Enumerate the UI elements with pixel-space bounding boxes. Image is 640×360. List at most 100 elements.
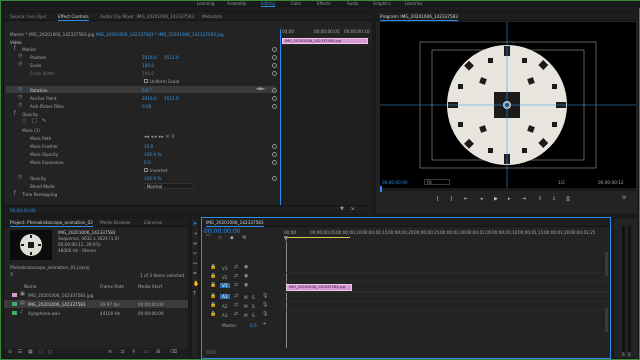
program-timecode[interactable]: 00;00;00;00 [382, 180, 408, 185]
antiflicker-reset-icon[interactable] [272, 104, 277, 109]
inverted-checkbox[interactable] [144, 168, 148, 172]
time-remap-fx-icon[interactable]: ƒ [14, 191, 16, 196]
sync-lock-icon[interactable]: ⇄ [234, 312, 238, 317]
ws-graphics[interactable]: Graphics [373, 1, 391, 6]
eye-icon[interactable]: ◉ [244, 283, 248, 288]
lock-track-icon[interactable]: 🔒 [210, 265, 216, 270]
fit-select[interactable]: Fit [424, 179, 450, 185]
timeline-settings-icon[interactable]: ⚒ [242, 236, 246, 241]
timeline-clip-v1[interactable]: IMG_20201006_142337583.jpg [286, 284, 352, 291]
anchor-x-value[interactable]: 2016.0 [142, 96, 157, 101]
sync-lock-icon[interactable]: ⇄ [234, 274, 238, 279]
find-icon[interactable]: ⚲ [132, 350, 136, 355]
timeline-timecode[interactable]: 00;00;00;00 [204, 228, 241, 235]
go-to-out-icon[interactable]: ⇥ [522, 196, 526, 202]
timeline-ruler[interactable]: 00;00 00;00;00;05 00;00;00;10 00;00;00;1… [284, 228, 610, 244]
slip-tool-icon[interactable]: ↔ [193, 262, 197, 267]
ws-learning[interactable]: Learning [197, 1, 214, 6]
mask-label[interactable]: Mask (1) [22, 128, 40, 133]
rotation-stopwatch-icon[interactable]: ◷ [18, 87, 22, 92]
mark-in-icon[interactable]: { [436, 196, 439, 202]
lock-track-icon[interactable]: 🔒 [210, 274, 216, 279]
snap-icon[interactable]: ⌒ [206, 236, 211, 241]
scale-reset-icon[interactable] [272, 63, 277, 68]
zoom-slider-icon[interactable]: ○ [48, 350, 52, 355]
motion-label[interactable]: Motion [22, 47, 36, 52]
mute-button[interactable]: M [244, 304, 248, 309]
eye-icon[interactable]: ◉ [244, 274, 248, 279]
ec-timecode[interactable]: 00;00;00;00 [10, 208, 36, 213]
project-row-selected[interactable]: ▤ IMG_20201006_142337583 29.97 fps 00;00… [4, 300, 188, 308]
col-media-start[interactable]: Media Start [138, 284, 162, 289]
list-view-icon[interactable]: ☰ [18, 350, 22, 355]
new-bin-icon[interactable]: ▭ [144, 350, 149, 355]
ec-playhead[interactable] [280, 29, 281, 209]
tab-effect-controls[interactable]: Effect Controls [58, 14, 89, 21]
solo-button[interactable]: S [252, 304, 255, 309]
icon-view-icon[interactable]: ▦ [28, 350, 33, 355]
antiflicker-value[interactable]: 0.00 [142, 104, 151, 109]
solo-right[interactable]: S [628, 352, 631, 357]
solo-button[interactable]: S [252, 313, 255, 318]
position-stopwatch-icon[interactable]: ◷ [18, 54, 22, 59]
anchor-reset-icon[interactable] [272, 96, 277, 101]
linked-selection-icon[interactable]: ⊂ [218, 236, 222, 241]
mute-button[interactable]: M [244, 295, 248, 300]
filter-icon[interactable]: ▼ [340, 207, 344, 212]
ws-effects[interactable]: Effects [317, 1, 331, 6]
track-lanes[interactable] [284, 264, 610, 318]
tab-media-browser[interactable]: Media Browser [100, 220, 131, 225]
voiceover-icon[interactable]: 🎙 [262, 294, 268, 299]
go-to-in-icon[interactable]: ⇤ [464, 196, 468, 202]
position-reset-icon[interactable] [272, 55, 277, 60]
col-name[interactable]: Name [24, 284, 36, 289]
tab-program[interactable]: Program: IMG_20201006_142337583 [380, 14, 458, 21]
new-item-icon[interactable]: ⊞ [156, 350, 160, 355]
scale-width-reset-icon[interactable] [272, 71, 277, 76]
mask-track-controls-icon[interactable]: ◂◂ ◂ ▸ ▸▸ ✕ ⚲ [144, 135, 175, 140]
effect-controls-clip[interactable]: IMG_20201006_142337583.jpg [282, 38, 368, 44]
mask-feather-value[interactable]: 10.0 [144, 144, 153, 149]
anchor-y-value[interactable]: 1512.0 [164, 96, 179, 101]
ws-editing[interactable]: Editing [261, 1, 275, 7]
track-header-v3[interactable]: 🔒 V3 ⇄ ◉ [210, 264, 280, 272]
sync-lock-icon[interactable]: ⇄ [234, 265, 238, 270]
program-playhead[interactable] [380, 186, 382, 192]
solo-left[interactable]: S [622, 352, 625, 357]
blend-mode-select[interactable]: Normal [144, 183, 194, 189]
scale-value[interactable]: 100.0 [142, 63, 154, 68]
position-y-value[interactable]: 1512.0 [164, 55, 179, 60]
voiceover-icon[interactable]: 🎙 [262, 312, 268, 317]
selection-tool-icon[interactable]: ➤ [193, 222, 197, 227]
tab-source[interactable]: Source: (no clips) [10, 14, 46, 19]
lock-icon[interactable]: ⊙ [8, 350, 12, 355]
hand-tool-icon[interactable]: ✋ [193, 282, 199, 287]
master-clip-label[interactable]: Master * IMG_20201006_142337583.jpg [10, 32, 94, 37]
ws-color[interactable]: Color [291, 1, 301, 6]
master-skip-icon[interactable]: ⇥ [262, 322, 266, 327]
type-tool-icon[interactable]: T [193, 292, 196, 297]
sync-lock-icon[interactable]: ⇄ [234, 283, 238, 288]
program-settings-icon[interactable]: ⚙ [622, 196, 626, 201]
lock-track-icon[interactable]: 🔒 [210, 294, 216, 299]
ws-assembly[interactable]: Assembly [227, 1, 246, 6]
uniform-scale-checkbox[interactable] [144, 79, 148, 83]
rotation-value[interactable]: 0.0 ° [142, 88, 152, 93]
tab-metadata[interactable]: Metadata [202, 14, 222, 19]
extract-icon[interactable]: ⇩ [552, 196, 556, 202]
mask-opacity-value[interactable]: 100.0 % [144, 152, 161, 157]
program-scrubber[interactable] [380, 188, 636, 191]
voiceover-icon[interactable]: 🎙 [262, 303, 268, 308]
sync-lock-icon[interactable]: ⇄ [234, 294, 238, 299]
track-header-v2[interactable]: 🔒 V2 ⇄ ◉ [210, 273, 280, 281]
add-marker-icon[interactable]: ◆ [230, 236, 234, 241]
automate-icon[interactable]: ⇉ [120, 350, 124, 355]
sync-lock-icon[interactable]: ⇄ [234, 303, 238, 308]
lock-track-icon[interactable]: 🔒 [210, 303, 216, 308]
track-header-a1[interactable]: 🔒 A1 ⇄ M S 🎙 [210, 293, 280, 301]
opacity-stopwatch-icon[interactable]: ◷ [18, 175, 22, 180]
fx-icon[interactable]: ƒ [14, 46, 16, 51]
mask-opacity-reset-icon[interactable] [272, 152, 277, 157]
scale-stopwatch-icon[interactable]: ◷ [18, 62, 22, 67]
antiflicker-stopwatch-icon[interactable]: ◷ [18, 103, 22, 108]
